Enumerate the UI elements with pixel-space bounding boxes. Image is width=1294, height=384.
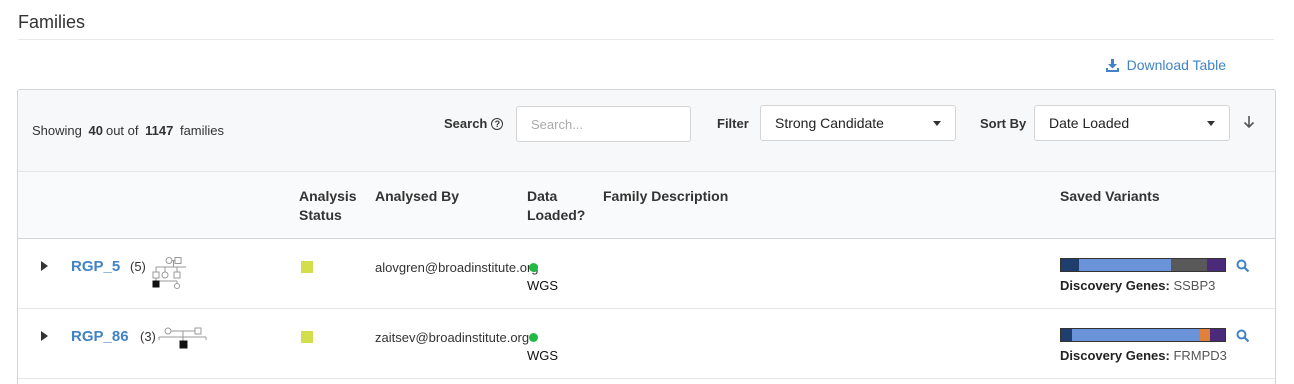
showing-prefix: Showing (32, 123, 82, 138)
filter-label: Filter (717, 116, 749, 131)
discovery-genes-label: Discovery Genes: (1060, 348, 1170, 363)
discovery-genes: Discovery Genes: FRMPD3 (1060, 348, 1227, 363)
column-analysis-status-line2: Status (299, 207, 342, 223)
caret-down-icon (1207, 120, 1215, 126)
data-loaded-indicator (529, 263, 538, 272)
analysed-by-value: alovgren@broadinstitute.org (375, 260, 539, 275)
download-table-link[interactable]: Download Table (1105, 57, 1226, 73)
data-type-label: WGS (527, 278, 559, 293)
search-label: Search ? (444, 116, 504, 131)
family-link[interactable]: RGP_5 (71, 258, 120, 275)
variant-tag-segment (1206, 259, 1225, 271)
column-analysis-status[interactable]: Analysis Status (299, 187, 357, 225)
table-row: RGP_5 (5) alovgren@broadinstitute.org WG… (18, 239, 1275, 309)
pedigree-icon[interactable] (158, 327, 208, 353)
families-word: families (179, 123, 225, 138)
discovery-genes-label: Discovery Genes: (1060, 278, 1170, 293)
analysis-status-indicator (301, 261, 313, 273)
sort-dropdown[interactable]: Date Loaded (1034, 105, 1230, 141)
download-icon (1105, 58, 1119, 72)
discovery-genes: Discovery Genes: SSBP3 (1060, 278, 1215, 293)
filter-value: Strong Candidate (775, 115, 884, 131)
data-loaded-indicator (529, 333, 538, 342)
showing-summary: Showing 40 out of 1147 families (32, 123, 224, 138)
filter-dropdown[interactable]: Strong Candidate (760, 105, 956, 141)
shown-count: 40 (88, 123, 103, 138)
magnifier-icon[interactable] (1236, 259, 1250, 273)
variant-tag-segment (1210, 329, 1225, 341)
caret-down-icon (933, 120, 941, 126)
column-data-loaded-line1: Data (527, 188, 558, 204)
expand-triangle-icon[interactable] (41, 331, 48, 341)
total-count: 1147 (145, 123, 174, 138)
saved-variants-bar[interactable] (1060, 258, 1226, 272)
column-family-description[interactable]: Family Description (603, 187, 728, 206)
variant-tag-segment (1061, 259, 1080, 271)
discovery-genes-value: SSBP3 (1173, 278, 1216, 293)
table-toolbar: Showing 40 out of 1147 families Search ? … (18, 90, 1275, 172)
column-data-loaded[interactable]: Data Loaded? (527, 187, 585, 225)
sort-label: Sort By (980, 116, 1027, 131)
family-member-count: (3) (140, 329, 156, 344)
saved-variants-bar[interactable] (1060, 328, 1226, 342)
column-analysed-by[interactable]: Analysed By (375, 187, 459, 206)
search-input[interactable] (516, 106, 691, 142)
data-type-label: WGS (527, 348, 559, 363)
sort-direction-arrow-icon[interactable] (1243, 115, 1255, 129)
table-header: Analysis Status Analysed By Data Loaded?… (18, 172, 1275, 239)
families-panel: Showing 40 out of 1147 families Search ? … (17, 89, 1276, 384)
variant-tag-segment (1170, 259, 1207, 271)
title-divider (18, 39, 1274, 40)
pedigree-icon[interactable] (151, 257, 193, 289)
variant-tag-segment (1079, 259, 1171, 271)
expand-triangle-icon[interactable] (41, 261, 48, 271)
analysed-by-value: zaitsev@broadinstitute.org (375, 330, 530, 345)
analysis-status-indicator (301, 331, 313, 343)
column-data-loaded-line2: Loaded? (527, 207, 586, 223)
download-table-label: Download Table (1126, 57, 1226, 73)
variant-tag-segment (1061, 329, 1073, 341)
sort-value: Date Loaded (1049, 115, 1130, 131)
out-of-text: out of (105, 123, 139, 138)
column-saved-variants[interactable]: Saved Variants (1060, 187, 1160, 206)
help-circle-icon[interactable]: ? (491, 117, 504, 130)
variant-tag-segment (1072, 329, 1201, 341)
variant-tag-segment (1200, 329, 1211, 341)
family-link[interactable]: RGP_86 (71, 328, 129, 345)
page-title: Families (18, 12, 86, 32)
column-analysis-status-line1: Analysis (299, 188, 357, 204)
magnifier-icon[interactable] (1236, 329, 1250, 343)
family-member-count: (5) (130, 259, 146, 274)
discovery-genes-value: FRMPD3 (1173, 348, 1227, 363)
table-row: RGP_86 (3) zaitsev@broadinstitute.org WG… (18, 309, 1275, 379)
search-label-text: Search (444, 116, 488, 131)
